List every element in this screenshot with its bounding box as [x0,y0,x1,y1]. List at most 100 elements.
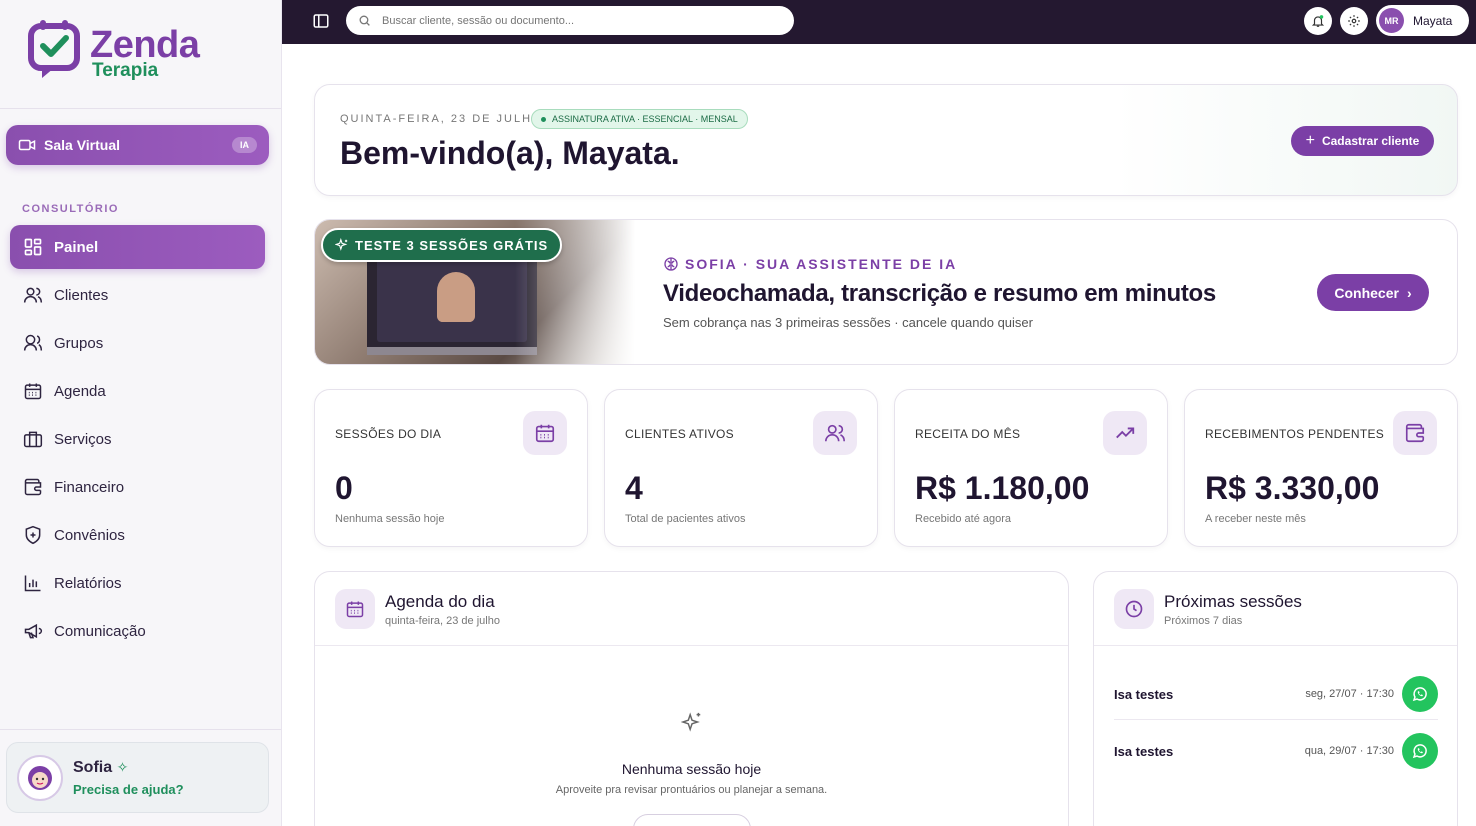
stat-note: Nenhuma sessão hoje [335,513,445,525]
add-client-label: Cadastrar cliente [1321,134,1420,148]
stat-label: RECEBIMENTOS PENDENTES [1205,427,1385,441]
sidebar-nav: Painel Clientes Grupos Agenda Serviços F… [10,225,265,657]
stat-value: R$ 3.330,00 [1205,470,1380,506]
laptop-illustration [367,250,537,355]
divider [1114,719,1438,720]
sofia-avatar [17,754,63,801]
notifications-button[interactable] [1304,7,1332,35]
sala-virtual-button[interactable]: Sala Virtual IA [6,125,269,165]
users-icon [23,287,43,303]
learn-more-label: Conhecer [1334,284,1399,301]
shield-plus-icon [25,525,41,545]
upcoming-sessions-card: Próximas sessões Próximos 7 dias Isa tes… [1093,571,1458,826]
stat-card-sessions[interactable]: SESSÕES DO DIA 0 Nenhuma sessão hoje [314,389,588,547]
wallet-icon [24,478,42,496]
sidebar: Zenda Terapia Sala Virtual IA CONSULTÓRI… [0,0,282,826]
bar-chart-icon [24,575,41,592]
sidebar-toggle-icon[interactable] [312,12,330,30]
session-client: Isa testes [1114,686,1174,702]
page-title: Bem-vindo(a), Mayata. [340,135,680,171]
learn-more-button[interactable]: Conhecer › [1317,274,1429,311]
plus-icon: + [1305,132,1315,149]
sidebar-item-relatorios[interactable]: Relatórios [10,561,265,605]
free-trial-tag: TESTE 3 SESSÕES GRÁTIS [321,228,563,262]
sidebar-item-clientes[interactable]: Clientes [10,273,265,317]
sidebar-item-comunicacao[interactable]: Comunicação [10,609,265,653]
briefcase-icon [23,431,43,448]
megaphone-icon [24,623,43,639]
grid-icon [24,238,42,256]
topbar: MR Mayata [282,0,1476,44]
stat-note: Recebido até agora [915,513,1012,525]
sofia-name: Sofia [73,758,113,776]
whatsapp-button[interactable] [1402,676,1438,712]
sidebar-item-label: Clientes [54,286,109,304]
search-bar[interactable] [346,6,794,35]
empty-state-button[interactable] [633,814,751,826]
user-menu[interactable]: MR Mayata [1376,5,1469,36]
ia-badge: IA [232,137,257,153]
sidebar-item-label: Grupos [54,334,104,352]
sparkle-icon: ✧ [116,758,129,775]
stat-value: R$ 1.180,00 [915,470,1090,506]
stat-label: SESSÕES DO DIA [335,427,442,441]
stat-card-pending[interactable]: RECEBIMENTOS PENDENTES R$ 3.330,00 A rec… [1184,389,1458,547]
whatsapp-icon [1412,687,1427,702]
divider [1094,645,1457,646]
add-client-button[interactable]: + Cadastrar cliente [1291,126,1434,156]
list-item[interactable]: Isa testes seg, 27/07 · 17:30 [1114,671,1438,717]
sidebar-item-label: Agenda [54,382,106,400]
sidebar-item-label: Comunicação [54,622,146,640]
brand-logo[interactable]: Zenda Terapia [28,18,228,84]
sidebar-item-agenda[interactable]: Agenda [10,369,265,413]
sidebar-item-financeiro[interactable]: Financeiro [10,465,265,509]
agenda-card: Agenda do dia quinta-feira, 23 de julho … [314,571,1069,826]
bell-icon [1311,15,1325,27]
empty-state-subtitle: Aproveite pra revisar prontuários ou pla… [555,784,828,796]
group-icon [23,334,43,351]
welcome-card: QUINTA-FEIRA, 23 DE JULHO ASSINATURA ATI… [314,84,1458,196]
sparkle-icon [681,712,701,732]
sidebar-item-label: Financeiro [54,478,125,496]
settings-button[interactable] [1340,7,1368,35]
sidebar-item-servicos[interactable]: Serviços [10,417,265,461]
stat-card-revenue[interactable]: RECEITA DO MÊS R$ 1.180,00 Recebido até … [894,389,1168,547]
stat-value: 0 [335,470,353,506]
logo-icon [28,20,80,78]
search-input[interactable] [382,14,782,27]
sidebar-item-painel[interactable]: Painel [10,225,265,269]
stat-note: A receber neste mês [1205,513,1306,525]
sidebar-item-label: Serviços [54,430,112,448]
stat-note: Total de pacientes ativos [625,513,746,525]
sidebar-item-label: Relatórios [54,574,122,592]
session-date: seg, 27/07 · 17:30 [1305,688,1394,700]
brand-tagline: Terapia [92,60,159,81]
current-date: QUINTA-FEIRA, 23 DE JULHO [340,113,543,125]
free-trial-label: TESTE 3 SESSÕES GRÁTIS [355,237,549,253]
sidebar-item-grupos[interactable]: Grupos [10,321,265,365]
calendar-icon [335,589,375,629]
sofia-help-text: Precisa de ajuda? [73,781,184,797]
list-item[interactable]: Isa testes qua, 29/07 · 17:30 [1114,728,1438,774]
sala-virtual-label: Sala Virtual [44,137,121,153]
divider [315,645,1068,646]
sofia-promo-banner: TESTE 3 SESSÕES GRÁTIS SOFIA · SUA ASSIS… [314,219,1458,365]
whatsapp-icon [1412,744,1427,759]
users-icon [813,411,857,455]
agenda-subtitle: quinta-feira, 23 de julho [385,615,500,627]
trending-up-icon [1103,411,1147,455]
banner-subtitle: Sem cobrança nas 3 primeiras sessões · c… [663,315,1033,330]
session-date: qua, 29/07 · 17:30 [1304,745,1394,757]
gear-icon [1348,15,1360,27]
whatsapp-button[interactable] [1402,733,1438,769]
sofia-text: Sofia ✧ Precisa de ajuda? [73,759,184,797]
sidebar-item-label: Painel [54,238,99,256]
stat-card-clients[interactable]: CLIENTES ATIVOS 4 Total de pacientes ati… [604,389,878,547]
banner-title: Videochamada, transcrição e resumo em mi… [663,280,1216,307]
sidebar-item-convenios[interactable]: Convênios [10,513,265,557]
agenda-title: Agenda do dia [385,592,495,611]
calendar-icon [523,411,567,455]
sofia-help-card[interactable]: Sofia ✧ Precisa de ajuda? [6,742,269,813]
brain-icon [664,257,678,271]
wallet-icon [1393,411,1437,455]
